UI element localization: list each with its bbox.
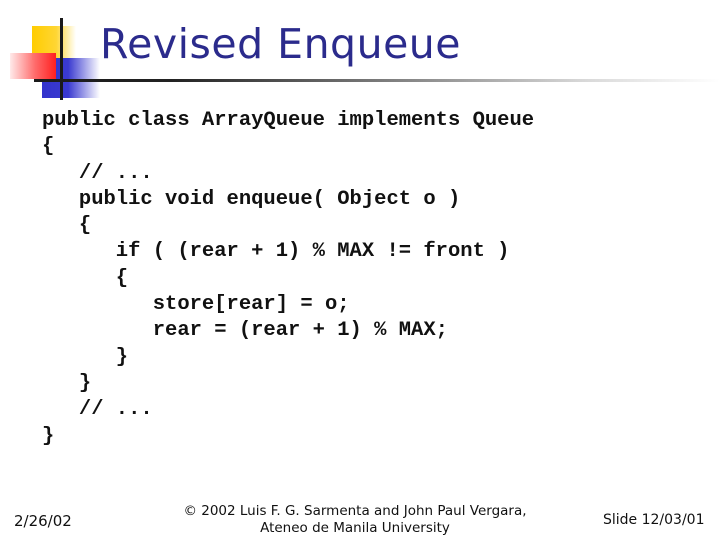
- code-line: {: [42, 135, 55, 159]
- code-line: // ...: [42, 398, 153, 422]
- footer-slide-label: Slide 12/03/01: [603, 512, 705, 528]
- code-line: }: [42, 424, 55, 448]
- code-line: {: [42, 266, 129, 290]
- red-square-decoration: [10, 53, 56, 79]
- code-line: public void enqueue( Object o ): [42, 187, 461, 211]
- code-line: if ( (rear + 1) % MAX != front ): [42, 240, 510, 264]
- slide-title: Revised Enqueue: [100, 20, 462, 68]
- code-line: rear = (rear + 1) % MAX;: [42, 319, 448, 343]
- code-block: public class ArrayQueue implements Queue…: [42, 108, 534, 450]
- code-line: {: [42, 214, 92, 238]
- footer-copyright: © 2002 Luis F. G. Sarmenta and John Paul…: [180, 503, 530, 537]
- code-line: }: [42, 371, 92, 395]
- copyright-line-1: © 2002 Luis F. G. Sarmenta and John Paul…: [183, 503, 527, 519]
- title-underline: [34, 79, 720, 82]
- footer-date: 2/26/02: [14, 512, 72, 530]
- slide-logo-decoration: [0, 0, 110, 100]
- code-line: // ...: [42, 161, 153, 185]
- code-line: store[rear] = o;: [42, 293, 350, 317]
- copyright-line-2: Ateneo de Manila University: [260, 520, 450, 536]
- code-line: public class ArrayQueue implements Queue: [42, 109, 535, 132]
- code-line: }: [42, 345, 129, 369]
- vertical-line-decoration: [60, 18, 63, 100]
